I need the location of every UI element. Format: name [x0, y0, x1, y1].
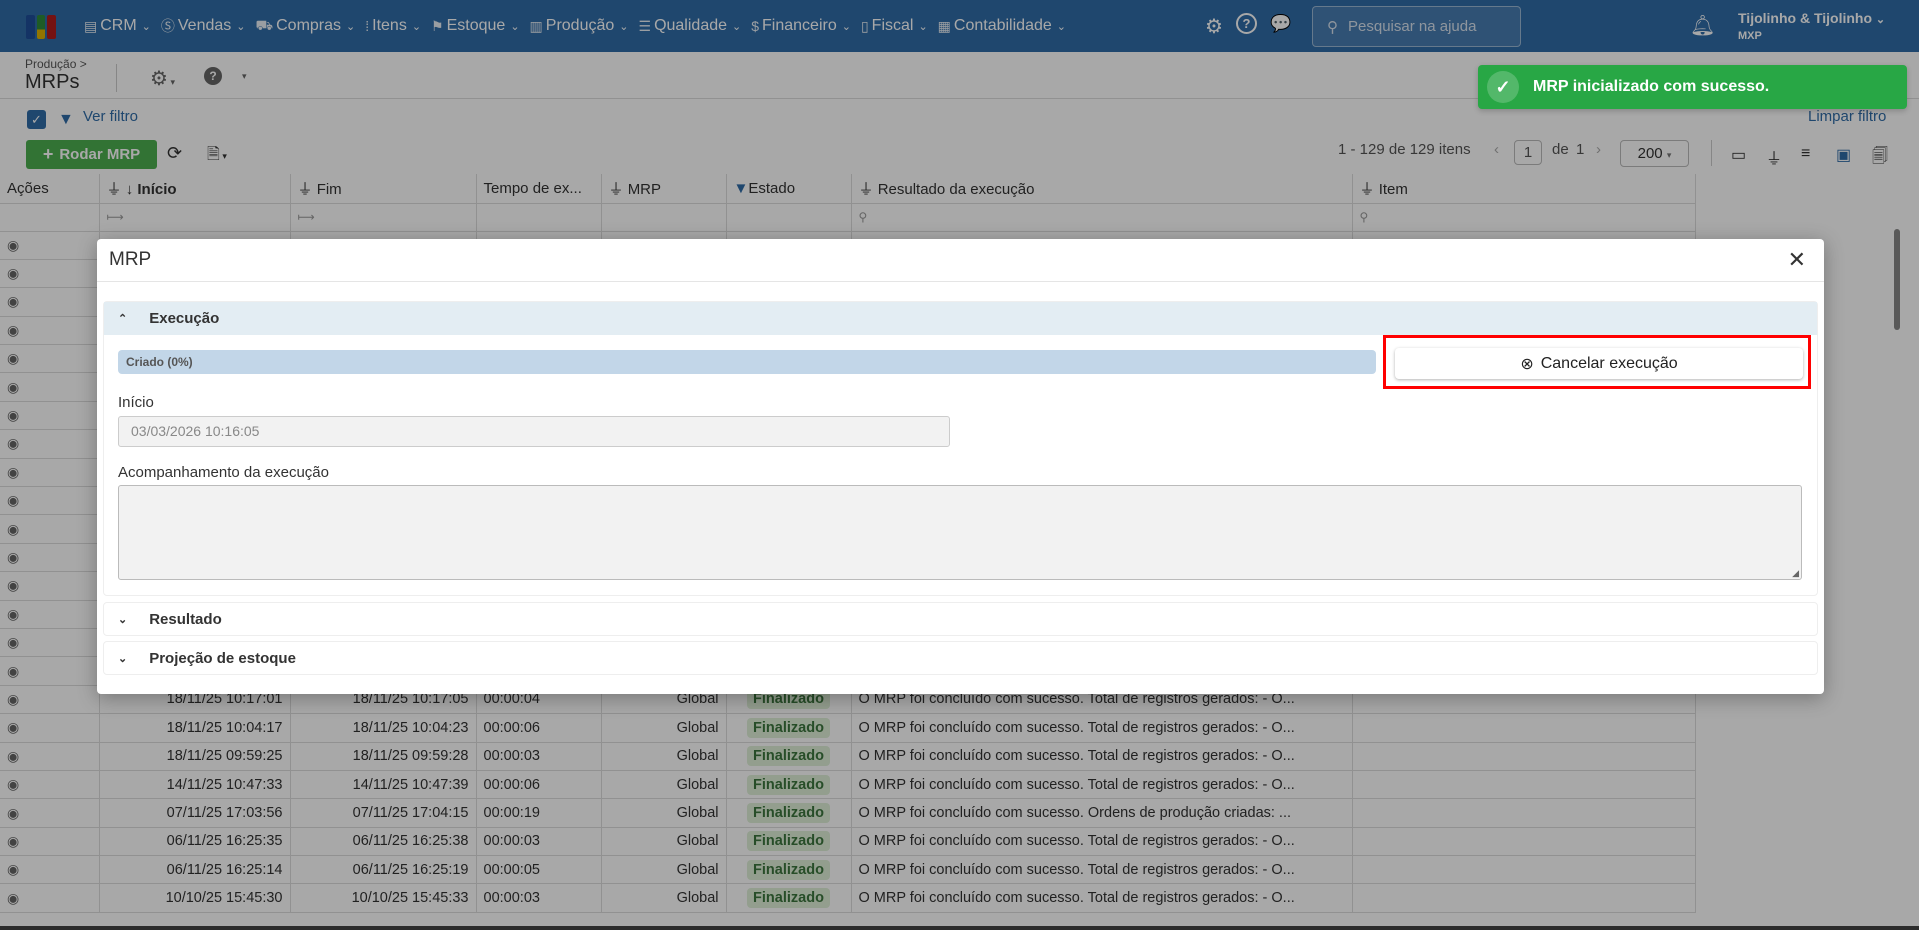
- projecao-section[interactable]: ⌄ Projeção de estoque: [103, 641, 1818, 675]
- acompanhamento-label: Acompanhamento da execução: [118, 464, 329, 481]
- inicio-label: Início: [118, 394, 154, 411]
- resultado-section-header[interactable]: ⌄ Resultado: [104, 603, 1817, 636]
- chevron-down-icon: ⌄: [118, 653, 128, 665]
- success-toast[interactable]: ✓ MRP inicializado com sucesso.: [1478, 65, 1907, 109]
- divider: [97, 281, 1824, 282]
- projecao-section-header[interactable]: ⌄ Projeção de estoque: [104, 642, 1817, 675]
- check-icon: ✓: [1487, 71, 1519, 103]
- chevron-down-icon: ⌄: [118, 614, 128, 626]
- resultado-section[interactable]: ⌄ Resultado: [103, 602, 1818, 636]
- acompanhamento-textarea[interactable]: ◢: [118, 485, 1802, 580]
- chevron-up-icon: ⌃: [118, 313, 128, 325]
- circle-x-icon: ⊗: [1520, 355, 1534, 373]
- modal-title: MRP: [109, 249, 152, 270]
- close-icon[interactable]: ✕: [1788, 247, 1806, 273]
- resize-handle-icon[interactable]: ◢: [1792, 568, 1799, 579]
- inicio-field: 03/03/2026 10:16:05: [118, 416, 950, 447]
- execution-progress-bar: Criado (0%): [118, 350, 1376, 374]
- execucao-section-header[interactable]: ⌃ Execução: [104, 302, 1817, 335]
- cancel-execution-button[interactable]: ⊗ Cancelar execução: [1395, 348, 1803, 379]
- mrp-modal: MRP ✕ ⌃ Execução Criado (0%) ⊗ Cancelar ex…: [97, 239, 1824, 694]
